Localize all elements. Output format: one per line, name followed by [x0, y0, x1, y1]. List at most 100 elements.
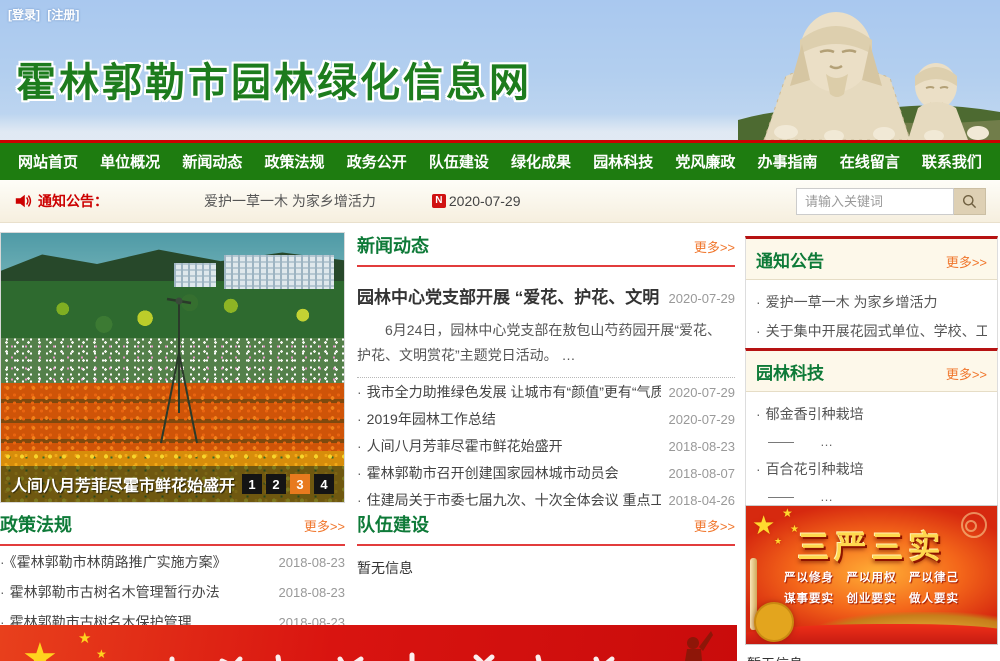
tech-box-title: 园林科技 [756, 359, 824, 384]
genghis-khan-statues-image [738, 0, 1000, 140]
policy-item-link[interactable]: ·《霍林郭勒市林荫路推广实施方案》 [0, 552, 271, 572]
banner-title: 三严三实 [746, 522, 997, 568]
featured-article-summary: 6月24日，园林中心党支部在敖包山芍药园开展“爱花、护花、文明赏花”主题党日活动… [357, 318, 735, 367]
policy-item-title: 霍林郭勒市古树名木管理暂行办法 [10, 584, 220, 600]
nav-item-gov-affairs[interactable]: 政务公开 [343, 151, 411, 172]
carousel-caption[interactable]: 人间八月芳菲尽霍市鲜花始盛开 [11, 472, 242, 496]
news-list-item: ·人间八月芳菲尽霍市鲜花始盛开 2018-08-23 [357, 436, 735, 463]
policy-item-link[interactable]: · 霍林郭勒市古树名木管理暂行办法 [0, 582, 271, 602]
news-item-date: 2018-04-26 [669, 493, 736, 508]
login-link[interactable]: [登录] [8, 8, 40, 22]
flower-field-photo [1, 233, 344, 502]
nav-item-greening[interactable]: 绿化成果 [507, 151, 575, 172]
register-link[interactable]: [注册] [47, 8, 79, 22]
bullet: · [357, 465, 362, 481]
notice-ticker-text[interactable]: 爱护一草一木 为家乡增活力 [204, 191, 376, 211]
team-title: 队伍建设 [357, 511, 429, 537]
nav-item-about[interactable]: 单位概况 [96, 151, 164, 172]
bottom-flag-banner[interactable]: ★ ★ ★ ★ [0, 625, 737, 661]
notice-box-title: 通知公告 [756, 247, 824, 272]
nav-item-message[interactable]: 在线留言 [836, 151, 904, 172]
nav-item-guide[interactable]: 办事指南 [754, 151, 822, 172]
nav-item-news[interactable]: 新闻动态 [178, 151, 246, 172]
tech-box-item[interactable]: ·郁金香引种栽培 [756, 400, 987, 429]
team-header: 队伍建设 更多>> [357, 511, 735, 537]
nav-item-tech[interactable]: 园林科技 [589, 151, 657, 172]
tech-box-item-sub[interactable]: —— … [756, 429, 987, 455]
featured-article-date: 2020-07-29 [669, 291, 736, 306]
policy-list-item: · 霍林郭勒市古树名木管理暂行办法 2018-08-23 [0, 582, 345, 609]
news-list-item: ·霍林郭勒市召开创建国家园林城市动员会 2018-08-07 [357, 463, 735, 490]
notice-box-header: 通知公告 更多>> [746, 239, 997, 280]
nav-item-team[interactable]: 队伍建设 [425, 151, 493, 172]
news-section: 新闻动态 更多>> 园林中心党支部开展 “爱花、护花、文明… 2020-07-2… [357, 232, 735, 517]
main-navigation: 网站首页 单位概况 新闻动态 政策法规 政务公开 队伍建设 绿化成果 园林科技 … [0, 140, 1000, 180]
carousel-page-4[interactable]: 4 [314, 474, 334, 494]
three-stricts-banner[interactable]: ★ ★ ★ ★ 三严三实 严以修身 严以用权 严以律己 谋事要实 创业要实 做人… [745, 505, 998, 645]
news-title: 新闻动态 [357, 232, 429, 258]
news-item-link[interactable]: ·2019年园林工作总结 [357, 409, 661, 429]
notice-box-item[interactable]: ·爱护一草一木 为家乡增活力 [756, 288, 987, 317]
carousel-page-3-active[interactable]: 3 [290, 474, 310, 494]
news-item-link[interactable]: ·住建局关于市委七届九次、十次全体会议 重点工作任... [357, 490, 661, 510]
news-item-title: 住建局关于市委七届九次、十次全体会议 重点工作任... [367, 492, 661, 508]
policy-item-date: 2018-08-23 [279, 555, 346, 570]
tech-box-more-link[interactable]: 更多>> [946, 364, 987, 383]
carousel-page-2[interactable]: 2 [266, 474, 286, 494]
site-header: [登录] [注册] 霍林郭勒市园林绿化信息网 [0, 0, 1000, 140]
search-input[interactable] [796, 188, 954, 215]
bullet: · [357, 384, 362, 400]
team-underline [357, 544, 735, 546]
nav-item-contact[interactable]: 联系我们 [918, 151, 986, 172]
photo-carousel[interactable]: 人间八月芳菲尽霍市鲜花始盛开 1 2 3 4 [0, 232, 345, 503]
new-badge-icon: N [432, 194, 446, 208]
policy-list-item: ·《霍林郭勒市林荫路推广实施方案》 2018-08-23 [0, 552, 345, 579]
nav-item-policy[interactable]: 政策法规 [261, 151, 329, 172]
bullet: · [0, 584, 5, 600]
banner-slogans: 严以修身 严以用权 严以律己 谋事要实 创业要实 做人要实 [746, 568, 997, 609]
nav-item-party[interactable]: 党风廉政 [671, 151, 739, 172]
photo-building [174, 263, 216, 287]
policy-item-date: 2018-08-23 [279, 585, 346, 600]
news-item-link[interactable]: ·我市全力助推绿色发展 让城市有“颜值”更有“气质” [357, 382, 661, 402]
team-building-section: 队伍建设 更多>> 暂无信息 [357, 511, 735, 578]
notice-box-more-link[interactable]: 更多>> [946, 252, 987, 271]
star-icon: ★ [96, 647, 107, 661]
photo-tripod [149, 293, 209, 453]
news-list-item: ·2019年园林工作总结 2020-07-29 [357, 409, 735, 436]
policy-title: 政策法规 [0, 511, 72, 537]
news-item-date: 2018-08-07 [669, 466, 736, 481]
garden-tech-box: 园林科技 更多>> ·郁金香引种栽培 —— … ·百合花引种栽培 —— … [745, 348, 998, 520]
notice-box: 通知公告 更多>> ·爱护一草一木 为家乡增活力 ·关于集中开展花园式单位、学校… [745, 236, 998, 356]
news-more-link[interactable]: 更多>> [694, 237, 735, 256]
nav-item-home[interactable]: 网站首页 [14, 151, 82, 172]
policy-more-link[interactable]: 更多>> [304, 516, 345, 535]
news-item-link[interactable]: ·人间八月芳菲尽霍市鲜花始盛开 [357, 436, 661, 456]
notice-box-item[interactable]: ·关于集中开展花园式单位、学校、工厂... [756, 317, 987, 346]
magnifier-icon [962, 194, 977, 209]
featured-article-title[interactable]: 园林中心党支部开展 “爱花、护花、文明… [357, 283, 661, 308]
star-icon: ★ [78, 629, 91, 647]
bullet: · [756, 461, 761, 477]
photo-building [224, 255, 334, 289]
team-empty-text: 暂无信息 [357, 558, 735, 578]
statue-silhouette [667, 629, 713, 661]
tech-box-item[interactable]: ·百合花引种栽培 [756, 455, 987, 484]
news-item-link[interactable]: ·霍林郭勒市召开创建国家园林城市动员会 [357, 463, 661, 483]
news-list-item: ·我市全力助推绿色发展 让城市有“颜值”更有“气质” 2020-07-29 [357, 382, 735, 409]
policy-header: 政策法规 更多>> [0, 511, 345, 537]
team-more-link[interactable]: 更多>> [694, 516, 735, 535]
banner-below-empty: 暂无信息 [745, 648, 998, 661]
bullet: · [357, 411, 362, 427]
carousel-page-1[interactable]: 1 [242, 474, 262, 494]
bullet: · [0, 554, 5, 570]
notice-box-item-title: 关于集中开展花园式单位、学校、工厂... [766, 323, 987, 339]
notice-label: 通知公告： [38, 191, 108, 211]
search-button[interactable] [954, 188, 986, 215]
news-item-date: 2018-08-23 [669, 439, 736, 454]
policy-section: 政策法规 更多>> ·《霍林郭勒市林荫路推广实施方案》 2018-08-23 ·… [0, 511, 345, 639]
star-icon: ★ [22, 635, 58, 661]
news-item-date: 2020-07-29 [669, 412, 736, 427]
news-header: 新闻动态 更多>> [357, 232, 735, 258]
auth-links: [登录] [注册] [8, 6, 83, 23]
